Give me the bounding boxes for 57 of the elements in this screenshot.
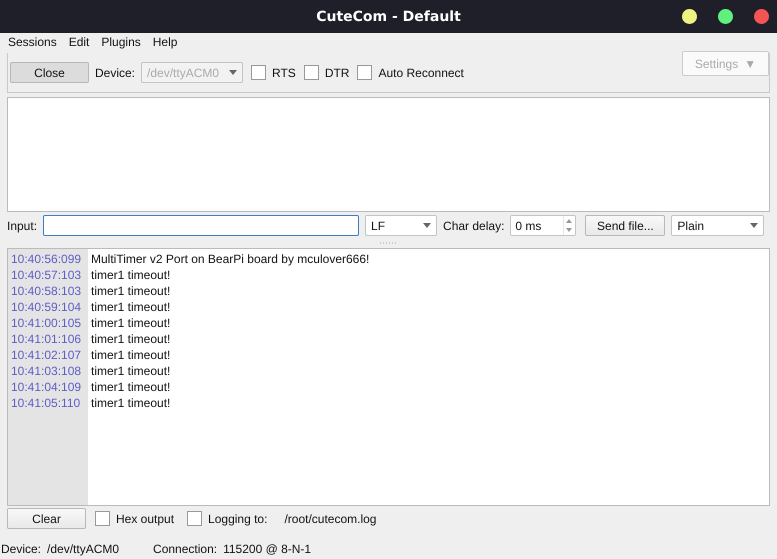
status-value: 115200 @ 8-N-1 <box>223 542 312 556</box>
close-button[interactable] <box>754 9 769 24</box>
menu-item[interactable]: Edit <box>62 35 96 49</box>
send-file-button[interactable]: Send file... <box>585 215 666 236</box>
status-value: /dev/ttyACM0 <box>47 542 120 556</box>
log-line: timer1 timeout! <box>91 331 172 347</box>
checkbox-label: Auto Reconnect <box>378 66 464 80</box>
log-line: timer1 timeout! <box>91 283 172 299</box>
menu-item[interactable]: Sessions <box>2 35 63 49</box>
mode-dropdown[interactable]: Plain <box>671 215 764 236</box>
menu-item[interactable]: Plugins <box>95 35 147 49</box>
timestamp: 10:40:58:103 <box>10 283 82 299</box>
log-line: MultiTimer v2 Port on BearPi board by mculover666! <box>91 251 370 267</box>
menu-item[interactable]: Help <box>146 35 184 49</box>
checkbox-label: DTR <box>324 66 350 80</box>
checkbox-label: Hex output <box>116 512 174 526</box>
log-line: timer1 timeout! <box>91 267 172 283</box>
timestamp: 10:40:59:104 <box>10 299 82 315</box>
timestamp: 10:41:05:110 <box>10 395 82 411</box>
checkbox-label: RTS <box>272 66 296 80</box>
char-delay-spinbox[interactable]: 0 ms <box>510 215 576 236</box>
char-delay-label: Char delay: <box>443 218 504 232</box>
timestamp: 10:41:03:108 <box>10 363 82 379</box>
input-label: Input: <box>7 218 38 232</box>
log-path: /root/cutecom.log <box>284 512 376 526</box>
timestamp: 10:41:02:107 <box>10 347 82 363</box>
checkbox[interactable] <box>251 65 266 80</box>
timestamp: 10:41:01:106 <box>10 331 82 347</box>
caret-icon <box>423 223 432 228</box>
caret-icon <box>750 223 758 228</box>
checkbox[interactable] <box>357 65 372 80</box>
log-line: timer1 timeout! <box>91 347 172 363</box>
clear-button[interactable]: Clear <box>7 508 86 529</box>
status-label: Device: <box>1 542 42 556</box>
close-port-button[interactable]: Close <box>10 62 89 83</box>
log-line: timer1 timeout! <box>91 379 172 395</box>
device-label: Device: <box>95 66 136 80</box>
splitter-handle[interactable] <box>380 242 398 244</box>
line-end-dropdown[interactable]: LF <box>365 215 438 236</box>
caret-icon <box>229 70 238 75</box>
timestamp: 10:41:00:105 <box>10 315 82 331</box>
timestamp: 10:41:04:109 <box>10 379 82 395</box>
input-field[interactable] <box>43 215 360 236</box>
window-title: CuteCom - Default <box>316 8 461 24</box>
status-label: Connection: <box>153 542 218 556</box>
log-line: timer1 timeout! <box>91 299 172 315</box>
maximize-button[interactable] <box>718 9 733 24</box>
timestamp: 10:40:56:099 <box>10 251 82 267</box>
log-line: timer1 timeout! <box>91 315 172 331</box>
minimize-button[interactable] <box>682 9 697 24</box>
checkbox[interactable] <box>304 65 319 80</box>
checkbox[interactable] <box>187 511 202 526</box>
timestamp: 10:40:57:103 <box>10 267 82 283</box>
log-line: timer1 timeout! <box>91 395 172 411</box>
checkbox-label: Logging to: <box>208 512 268 526</box>
log-line: timer1 timeout! <box>91 363 172 379</box>
checkbox[interactable] <box>95 511 110 526</box>
